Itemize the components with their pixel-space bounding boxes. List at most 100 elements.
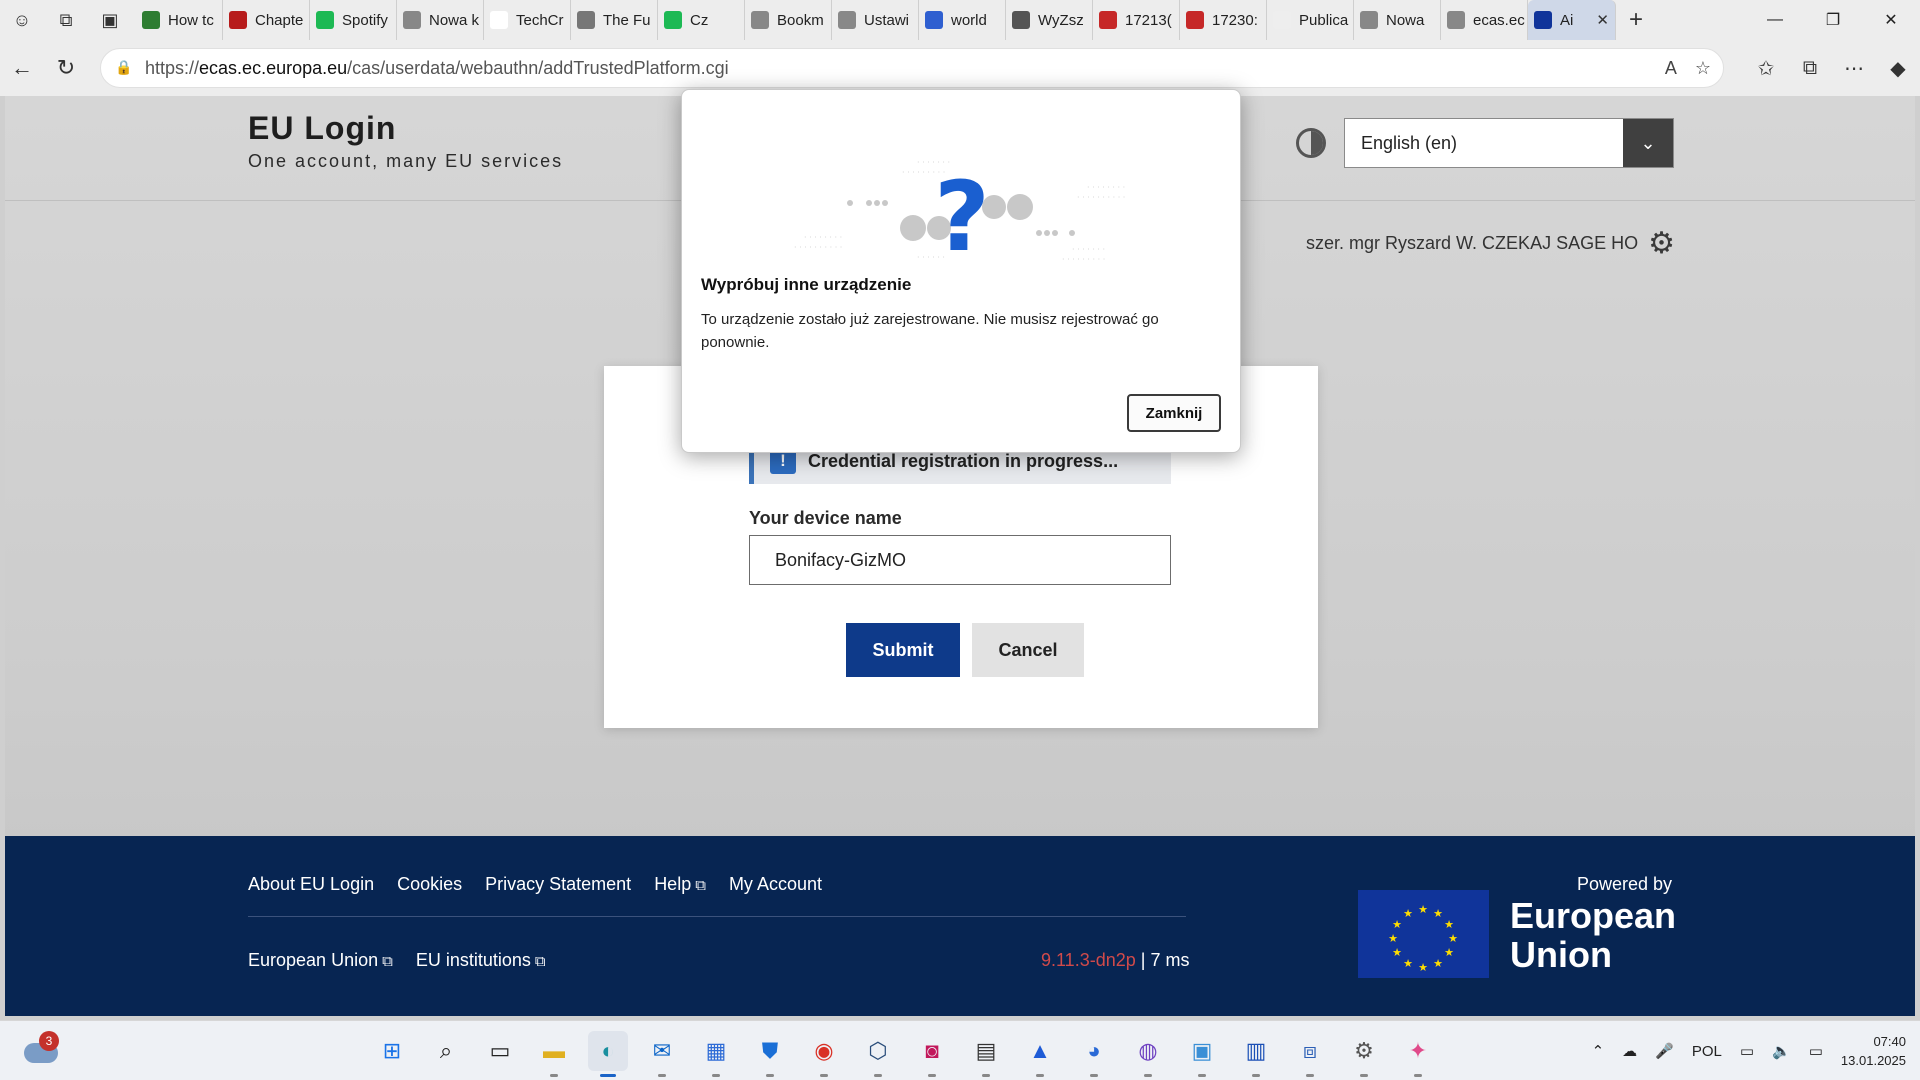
passkey-dialog: · · · · · · · · · · · · · · · · · · · · ·… (681, 89, 1241, 453)
svg-text:★: ★ (1433, 907, 1443, 920)
vertical-tabs-icon[interactable]: ▣ (88, 0, 132, 40)
dialog-close-button[interactable]: Zamknij (1127, 394, 1221, 432)
search-icon[interactable]: ⌕ (426, 1031, 466, 1071)
defender-icon[interactable]: ⛊ (750, 1031, 790, 1077)
submit-button[interactable]: Submit (846, 623, 960, 677)
browser-tab[interactable]: Chapte (223, 0, 310, 40)
file-explorer-icon[interactable]: ▬ (534, 1031, 574, 1077)
workspaces-icon[interactable]: ⧉ (44, 0, 88, 40)
browser-tab[interactable]: 17230: (1180, 0, 1267, 40)
close-window-icon[interactable]: ✕ (1862, 0, 1920, 40)
tab-favicon-icon (1099, 11, 1117, 29)
more-icon[interactable]: ⋯ (1832, 56, 1876, 81)
virtualbox-icon[interactable]: ⬡ (858, 1031, 898, 1077)
battery-icon[interactable]: ▭ (1809, 1042, 1823, 1060)
favorite-star-icon[interactable]: ☆ (1695, 58, 1711, 79)
about-link[interactable]: About EU Login (248, 874, 374, 895)
profile-icon[interactable]: ☺ (0, 0, 44, 40)
url-text: https://ecas.ec.europa.eu/cas/userdata/w… (145, 57, 729, 78)
privacy-link[interactable]: Privacy Statement (485, 874, 631, 895)
cancel-button[interactable]: Cancel (972, 623, 1084, 677)
settings-icon[interactable]: ⚙ (1344, 1031, 1384, 1077)
contrast-toggle-icon[interactable] (1296, 128, 1326, 158)
browser-tab[interactable]: Nowa k (397, 0, 484, 40)
browser-tab[interactable]: How tc (136, 0, 223, 40)
edge-icon[interactable]: ◐ (588, 1031, 628, 1077)
collections-icon[interactable]: ⧉ (1788, 57, 1832, 80)
microphone-icon[interactable]: 🎤 (1655, 1042, 1674, 1060)
media-app-icon[interactable]: ◙ (912, 1031, 952, 1077)
european-union-link[interactable]: European Union ⧉ (248, 950, 393, 971)
page-subtitle: One account, many EU services (248, 151, 564, 171)
tab-favicon-icon (1447, 11, 1465, 29)
store-icon[interactable]: ▦ (696, 1031, 736, 1077)
display-icon[interactable]: ▭ (1740, 1042, 1754, 1060)
device-name-input[interactable] (749, 535, 1171, 585)
tab-favicon-icon (490, 11, 508, 29)
tab-favicon-icon (229, 11, 247, 29)
tab-label: Nowa k (429, 11, 480, 29)
restore-icon[interactable]: ❐ (1804, 0, 1862, 40)
save-app-icon[interactable]: ▥ (1236, 1031, 1276, 1077)
tab-label: world (951, 11, 987, 29)
outlook-icon[interactable]: ✉ (642, 1031, 682, 1077)
github-icon[interactable]: ◍ (1128, 1031, 1168, 1077)
chevron-down-icon[interactable]: ⌄ (1623, 119, 1673, 167)
read-aloud-icon[interactable]: A (1665, 58, 1677, 79)
keyboard-language[interactable]: POL (1692, 1043, 1722, 1060)
tab-close-icon[interactable]: ✕ (1596, 11, 1609, 29)
browser-tab[interactable]: Ustawi (832, 0, 919, 40)
browser-tab[interactable]: Nowa (1354, 0, 1441, 40)
start-icon[interactable]: ⊞ (372, 1031, 412, 1071)
browser-tab[interactable]: Cz (658, 0, 745, 40)
tab-label: 17230: (1212, 11, 1258, 29)
terminal-icon[interactable]: ▤ (966, 1031, 1006, 1077)
browser-tab[interactable]: ecas.ec (1441, 0, 1528, 40)
browser-tab[interactable]: TechCr (484, 0, 571, 40)
svg-text:★: ★ (1392, 946, 1402, 959)
svg-text:★: ★ (1444, 946, 1454, 959)
browser-tab[interactable]: world (919, 0, 1006, 40)
site-info-icon[interactable]: 🔒 (115, 59, 133, 77)
clock[interactable]: 07:40 13.01.2025 (1841, 1032, 1906, 1070)
volume-icon[interactable]: 🔈 (1772, 1042, 1791, 1060)
new-tab-button[interactable]: + (1616, 0, 1656, 40)
remote-desktop-icon[interactable]: ▣ (1182, 1031, 1222, 1077)
gear-icon[interactable]: ⚙ (1648, 226, 1675, 261)
svg-text:★: ★ (1403, 907, 1413, 920)
azure-icon[interactable]: ▲ (1020, 1031, 1060, 1077)
browser-tab[interactable]: 17213( (1093, 0, 1180, 40)
onedrive-icon[interactable]: ☁ (1622, 1042, 1637, 1060)
browser-tab[interactable]: WyZsz (1006, 0, 1093, 40)
minimize-icon[interactable]: — (1746, 0, 1804, 40)
svg-text:· · · · · · · ·: · · · · · · · · (1087, 183, 1125, 192)
browser-tab[interactable]: Ai ✕ (1528, 0, 1616, 40)
tab-label: TechCr (516, 11, 564, 29)
dialog-message: To urządzenie zostało już zarejestrowane… (701, 311, 1159, 351)
gemini-icon[interactable]: ✦ (1398, 1031, 1438, 1077)
back-icon[interactable]: ← (0, 46, 44, 90)
network-tool-icon[interactable]: ⧈ (1290, 1031, 1330, 1077)
language-select[interactable]: English (en) ⌄ (1344, 118, 1674, 168)
tab-label: Publica (1299, 11, 1349, 29)
browser-tab[interactable]: Bookm (745, 0, 832, 40)
eu-institutions-link[interactable]: EU institutions ⧉ (416, 950, 546, 971)
tab-label: How tc (168, 11, 214, 29)
cookies-link[interactable]: Cookies (397, 874, 462, 895)
powered-by: Powered by (1576, 874, 1672, 894)
browser-tab[interactable]: Publica (1267, 0, 1354, 40)
weather-widget[interactable]: 3 (24, 1031, 59, 1065)
favorites-icon[interactable]: ✩ (1744, 56, 1788, 81)
browser-tab[interactable]: Spotify (310, 0, 397, 40)
my-account-link[interactable]: My Account (729, 874, 822, 895)
task-view-icon[interactable]: ▭ (480, 1031, 520, 1071)
help-link[interactable]: Help ⧉ (654, 874, 706, 895)
firefox-icon[interactable]: ◕ (1074, 1031, 1114, 1077)
browser-tab[interactable]: The Fu (571, 0, 658, 40)
show-hidden-icon[interactable]: ⌃ (1592, 1042, 1605, 1060)
refresh-icon[interactable]: ↻ (44, 46, 88, 90)
copilot-icon[interactable]: ◆ (1876, 56, 1920, 81)
svg-text:· · · · · · · ·: · · · · · · · · (804, 233, 842, 242)
chrome-icon[interactable]: ◉ (804, 1031, 844, 1077)
address-bar[interactable]: 🔒 https://ecas.ec.europa.eu/cas/userdata… (100, 48, 1724, 88)
